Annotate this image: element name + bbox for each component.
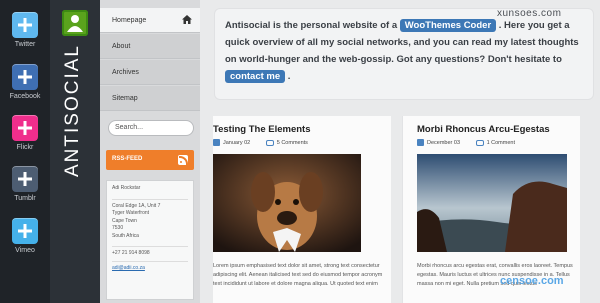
contact-address: Coral Edge 1A, Unit 7 Tyger Waterfront C… xyxy=(112,203,188,241)
social-flickr[interactable]: Flickr xyxy=(0,115,50,151)
social-rail: Twitter Facebook Flickr Tumblr Vimeo xyxy=(0,0,50,303)
post-meta: January 02 5 Comments xyxy=(213,139,308,146)
post-date: January 02 xyxy=(223,139,251,146)
plus-icon xyxy=(12,115,38,141)
contact-card: Adi Rockstar Coral Edge 1A, Unit 7 Tyger… xyxy=(106,180,194,300)
intro-box: Antisocial is the personal website of a … xyxy=(214,8,594,100)
post-thumbnail[interactable] xyxy=(213,154,361,252)
calendar-icon xyxy=(417,139,424,146)
address-line: South Africa xyxy=(112,232,139,239)
post-title[interactable]: Morbi Rhoncus Arcu-Egestas xyxy=(417,124,550,135)
divider xyxy=(112,198,188,200)
plus-icon xyxy=(12,12,38,38)
nav-item-label: About xyxy=(112,43,131,50)
address-line: Tyger Waterfront xyxy=(112,210,150,216)
coast-photo xyxy=(417,154,567,252)
nav-item-homepage[interactable]: Homepage xyxy=(100,8,200,33)
nav-item-archives[interactable]: Archives xyxy=(100,60,200,85)
home-icon xyxy=(182,15,192,24)
address-line: 7530 xyxy=(112,225,124,231)
post-card: Testing The Elements January 02 5 Commen… xyxy=(213,116,391,303)
contact-me-link[interactable]: contact me xyxy=(225,70,286,83)
rss-label: RSS-FEED xyxy=(112,156,143,162)
watermark: xunsoes.com xyxy=(497,8,562,19)
divider xyxy=(112,260,188,262)
post-date: December 03 xyxy=(427,139,461,146)
comment-icon xyxy=(475,139,484,146)
social-label: Vimeo xyxy=(15,247,35,254)
intro-text: Antisocial is the personal website of a xyxy=(225,20,398,31)
post-comments[interactable]: 5 Comments xyxy=(277,140,308,146)
avatar[interactable] xyxy=(62,10,88,36)
nav-item-label: Archives xyxy=(112,69,139,76)
post-excerpt: Lorem ipsum emphasised text dolor sit am… xyxy=(213,263,383,287)
social-facebook[interactable]: Facebook xyxy=(0,64,50,100)
intro-text: . xyxy=(287,71,291,82)
social-vimeo[interactable]: Vimeo xyxy=(0,218,50,254)
social-label: Flickr xyxy=(16,144,34,151)
plus-icon xyxy=(12,218,38,244)
social-tumblr[interactable]: Tumblr xyxy=(0,166,50,202)
dog-photo xyxy=(213,154,361,252)
social-label: Facebook xyxy=(9,93,41,100)
contact-name: Adi Rockstar xyxy=(112,185,141,191)
contact-email-link[interactable]: adi@adii.co.za xyxy=(112,265,188,273)
plus-icon xyxy=(12,166,38,192)
nav-item-label: Homepage xyxy=(112,17,147,24)
site-logo[interactable]: ANTISOCIAL xyxy=(62,44,84,177)
nav-item-about[interactable]: About xyxy=(100,34,200,59)
social-label: Twitter xyxy=(14,41,36,48)
social-twitter[interactable]: Twitter xyxy=(0,12,50,48)
search-input[interactable]: Search... xyxy=(108,120,194,136)
plus-icon xyxy=(12,64,38,90)
post-thumbnail[interactable] xyxy=(417,154,567,252)
nav-item-sitemap[interactable]: Sitemap xyxy=(100,86,200,111)
nav-item-label: Sitemap xyxy=(112,95,138,102)
rss-feed-button[interactable]: RSS-FEED xyxy=(106,150,194,170)
woothemes-link[interactable]: WooThemes Coder xyxy=(399,19,497,32)
social-label: Tumblr xyxy=(14,195,36,202)
watermark: censoe.com xyxy=(500,275,564,287)
address-line: Coral Edge 1A, Unit 7 xyxy=(112,202,161,209)
divider xyxy=(112,246,188,247)
contact-phone: +27 21 914 8098 xyxy=(112,250,150,256)
calendar-icon xyxy=(213,139,220,146)
address-line: Cape Town xyxy=(112,217,137,224)
post-meta: December 03 1 Comment xyxy=(417,139,515,146)
post-title[interactable]: Testing The Elements xyxy=(213,124,310,135)
post-comments[interactable]: 1 Comment xyxy=(487,140,515,146)
rss-icon xyxy=(178,155,188,165)
comment-icon xyxy=(265,139,274,146)
user-icon xyxy=(67,15,83,32)
brand-strip: ANTISOCIAL xyxy=(50,0,100,303)
